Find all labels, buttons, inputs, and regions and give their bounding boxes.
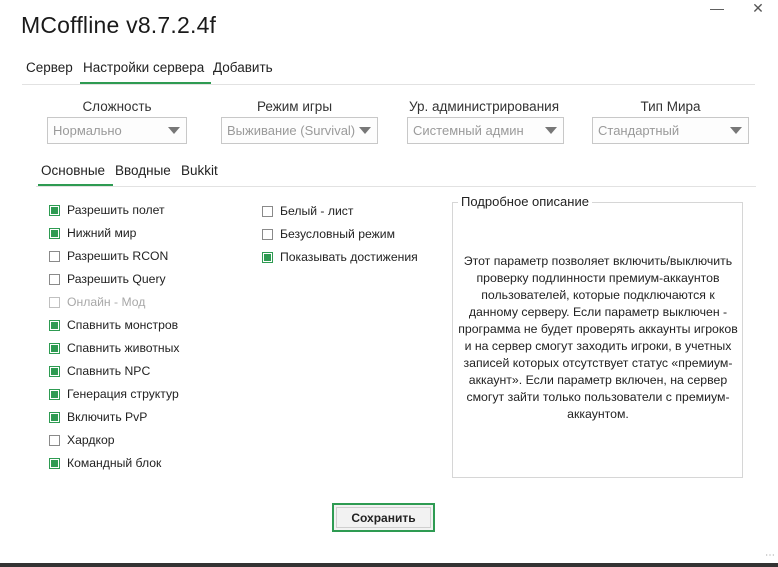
checkbox[interactable] xyxy=(49,227,60,239)
option-label: Спавнить животных xyxy=(67,341,180,355)
option-label: Спавнить монстров xyxy=(67,318,179,332)
option-label: Хардкор xyxy=(67,433,115,447)
checkbox[interactable] xyxy=(262,228,273,240)
admin-level-label: Ур. администрирования xyxy=(408,99,560,114)
checkbox xyxy=(49,296,60,308)
option-label: Спавнить NPC xyxy=(67,364,151,378)
option-online-mode: Онлайн - Мод xyxy=(49,293,179,311)
taskbar-edge xyxy=(0,563,778,567)
checkbox[interactable] xyxy=(49,411,60,423)
description-text: Этот параметр позволяет включить/выключи… xyxy=(458,254,738,421)
checkbox[interactable] xyxy=(49,457,60,469)
save-button[interactable]: Сохранить xyxy=(332,503,435,532)
checkbox[interactable] xyxy=(49,319,60,331)
difficulty-label: Сложность xyxy=(82,99,152,114)
option-generate-structures[interactable]: Генерация структур xyxy=(49,385,179,403)
option-label: Генерация структур xyxy=(67,387,179,401)
difficulty-select[interactable]: Нормально xyxy=(47,117,187,144)
description-title: Подробное описание xyxy=(458,194,592,209)
option-label: Разрешить Query xyxy=(67,272,166,286)
option-pvp[interactable]: Включить PvP xyxy=(49,408,179,426)
minimize-icon[interactable]: — xyxy=(709,0,725,16)
chevron-down-icon xyxy=(545,127,557,134)
option-query[interactable]: Разрешить Query xyxy=(49,270,179,288)
options-left-column: Разрешить полет Нижний мир Разрешить RCO… xyxy=(49,201,179,472)
game-mode-select[interactable]: Выживание (Survival) xyxy=(221,117,378,144)
checkbox[interactable] xyxy=(262,251,273,263)
option-label: Безусловный режим xyxy=(280,227,395,241)
checkbox[interactable] xyxy=(49,204,60,216)
option-label: Разрешить полет xyxy=(67,203,165,217)
subtabs-divider xyxy=(36,186,756,187)
option-command-block[interactable]: Командный блок xyxy=(49,454,179,472)
checkbox[interactable] xyxy=(49,250,60,262)
option-label: Белый - лист xyxy=(280,204,354,218)
admin-level-value: Системный админ xyxy=(413,123,524,138)
world-type-label: Тип Мира xyxy=(640,99,701,114)
subtab-main[interactable]: Основные xyxy=(41,163,105,178)
close-icon[interactable]: ✕ xyxy=(750,0,766,16)
tab-server-settings[interactable]: Настройки сервера xyxy=(83,60,204,75)
option-hardcore[interactable]: Хардкор xyxy=(49,431,179,449)
option-spawn-monsters[interactable]: Спавнить монстров xyxy=(49,316,179,334)
option-allow-flight[interactable]: Разрешить полет xyxy=(49,201,179,219)
option-label: Включить PvP xyxy=(67,410,148,424)
tabs-divider xyxy=(22,84,755,85)
option-whitelist[interactable]: Белый - лист xyxy=(262,202,418,220)
option-label: Нижний мир xyxy=(67,226,137,240)
subtab-input[interactable]: Вводные xyxy=(115,163,171,178)
app-title: MCoffline v8.7.2.4f xyxy=(21,12,217,38)
option-spawn-animals[interactable]: Спавнить животных xyxy=(49,339,179,357)
world-type-select[interactable]: Стандартный xyxy=(592,117,749,144)
subtab-bukkit[interactable]: Bukkit xyxy=(181,163,218,178)
options-right-column: Белый - лист Безусловный режим Показыват… xyxy=(262,202,418,266)
chevron-down-icon xyxy=(168,127,180,134)
world-type-value: Стандартный xyxy=(598,123,680,138)
game-mode-label: Режим игры xyxy=(256,99,333,114)
difficulty-value: Нормально xyxy=(53,123,122,138)
checkbox[interactable] xyxy=(49,342,60,354)
option-spawn-npc[interactable]: Спавнить NPC xyxy=(49,362,179,380)
chevron-down-icon xyxy=(730,127,742,134)
admin-level-select[interactable]: Системный админ xyxy=(407,117,564,144)
option-nether[interactable]: Нижний мир xyxy=(49,224,179,242)
chevron-down-icon xyxy=(359,127,371,134)
option-force-gamemode[interactable]: Безусловный режим xyxy=(262,225,418,243)
resize-grip-icon[interactable]: ⋯ xyxy=(765,550,775,561)
checkbox[interactable] xyxy=(49,273,60,285)
option-rcon[interactable]: Разрешить RCON xyxy=(49,247,179,265)
option-label: Командный блок xyxy=(67,456,162,470)
checkbox[interactable] xyxy=(49,365,60,377)
tab-add[interactable]: Добавить xyxy=(213,60,273,75)
save-button-label: Сохранить xyxy=(336,507,431,528)
checkbox[interactable] xyxy=(49,434,60,446)
checkbox[interactable] xyxy=(49,388,60,400)
checkbox[interactable] xyxy=(262,205,273,217)
option-label: Онлайн - Мод xyxy=(67,295,146,309)
option-label: Разрешить RCON xyxy=(67,249,169,263)
option-announce-achievements[interactable]: Показывать достижения xyxy=(262,248,418,266)
tab-server[interactable]: Сервер xyxy=(26,60,73,75)
option-label: Показывать достижения xyxy=(280,250,418,264)
game-mode-value: Выживание (Survival) xyxy=(227,123,356,138)
